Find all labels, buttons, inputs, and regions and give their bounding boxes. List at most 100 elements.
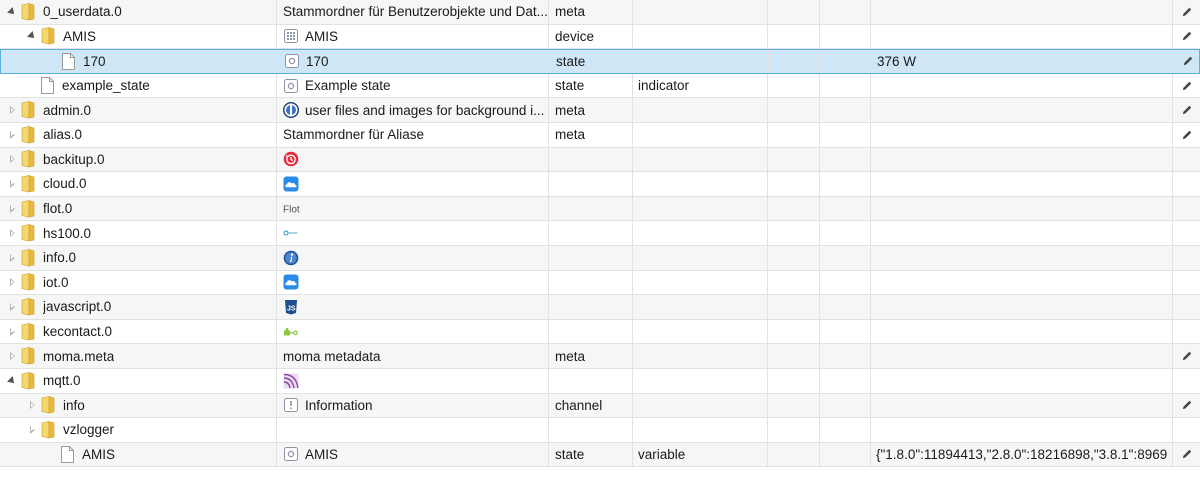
edit-pencil-icon[interactable]	[1181, 80, 1193, 92]
edit-pencil-icon[interactable]	[1181, 104, 1193, 116]
role-cell	[633, 196, 768, 221]
tree-row[interactable]: admin.0 user files and images for backgro…	[0, 98, 1200, 123]
expand-arrow-icon[interactable]	[6, 104, 18, 116]
tree-row[interactable]: example_state Example state state indicator	[0, 73, 1200, 99]
tree-row[interactable]: info Information channel	[0, 393, 1200, 419]
tree-row[interactable]: iot.0	[0, 270, 1200, 296]
expand-arrow-icon[interactable]	[6, 252, 18, 264]
type-text: meta	[555, 4, 586, 20]
collapse-arrow-icon[interactable]	[6, 6, 18, 18]
tree-row[interactable]: hs100.0	[0, 221, 1200, 246]
action-cell	[1173, 148, 1200, 172]
tree-row[interactable]: cloud.0	[0, 172, 1200, 197]
value-cell[interactable]	[871, 172, 1173, 196]
folder-icon	[18, 125, 43, 144]
expand-arrow-icon[interactable]	[6, 178, 18, 190]
expand-arrow-icon[interactable]	[6, 129, 18, 141]
expand-arrow-icon[interactable]	[6, 350, 18, 362]
edit-pencil-icon[interactable]	[1181, 350, 1193, 362]
value-cell[interactable]	[871, 270, 1173, 295]
tree-row[interactable]: kecontact.0	[0, 319, 1200, 345]
value-cell[interactable]	[871, 73, 1173, 98]
id-cell: flot.0	[0, 196, 277, 221]
value-cell[interactable]	[871, 122, 1173, 147]
expand-arrow-icon[interactable]	[6, 203, 18, 215]
object-id: example_state	[62, 78, 150, 94]
value-cell[interactable]	[871, 221, 1173, 245]
value-cell[interactable]	[871, 368, 1173, 393]
name-cell: Example state	[277, 73, 549, 98]
tree-row[interactable]: moma.meta moma metadata meta	[0, 344, 1200, 369]
expand-arrow-icon[interactable]	[26, 424, 38, 436]
file-icon	[59, 52, 83, 70]
expand-arrow-icon[interactable]	[6, 301, 18, 313]
room-cell	[768, 122, 820, 147]
function-cell	[820, 270, 871, 295]
id-cell: vzlogger	[0, 418, 277, 442]
type-cell: device	[549, 24, 633, 49]
room-cell	[768, 344, 820, 368]
id-cell: moma.meta	[0, 344, 277, 368]
function-cell	[820, 98, 871, 122]
tree-row[interactable]: AMIS AMIS state variable {"1.8.0":11894413,"…	[0, 442, 1200, 468]
collapse-arrow-icon[interactable]	[6, 375, 18, 387]
edit-pencil-icon[interactable]	[1181, 129, 1193, 141]
room-cell	[768, 368, 820, 393]
value-cell[interactable]	[871, 344, 1173, 368]
expand-arrow-icon[interactable]	[6, 153, 18, 165]
object-id: flot.0	[43, 201, 73, 217]
type-cell: meta	[549, 122, 633, 147]
value-cell[interactable]	[871, 98, 1173, 122]
tree-row[interactable]: 170 170 state 376 W	[0, 49, 1200, 74]
value-cell[interactable]	[871, 393, 1173, 418]
folder-icon	[38, 396, 63, 414]
name-cell: JS	[277, 295, 549, 319]
action-cell	[1173, 0, 1200, 24]
type-cell: meta	[549, 344, 633, 368]
object-id: info.0	[43, 250, 77, 266]
value-cell[interactable]	[871, 196, 1173, 221]
tree-row[interactable]: vzlogger	[0, 418, 1200, 443]
value-cell[interactable]	[871, 295, 1173, 319]
type-cell	[549, 172, 633, 196]
object-id: admin.0	[43, 102, 92, 118]
name-cell: Flot	[277, 196, 549, 221]
room-cell	[768, 73, 820, 98]
folder-icon	[18, 371, 43, 390]
value-cell[interactable]	[871, 24, 1173, 49]
expand-arrow-icon[interactable]	[6, 227, 18, 239]
function-cell	[820, 172, 871, 196]
tree-row[interactable]: flot.0 Flot	[0, 196, 1200, 222]
tree-row[interactable]: AMIS AMIS device	[0, 24, 1200, 50]
edit-pencil-icon[interactable]	[1181, 448, 1193, 460]
value-cell[interactable]: 376 W	[872, 50, 1174, 73]
value-cell[interactable]	[871, 245, 1173, 270]
tree-row[interactable]: javascript.0 JS	[0, 295, 1200, 320]
value-cell[interactable]	[871, 418, 1173, 442]
expand-arrow-icon[interactable]	[26, 399, 38, 411]
edit-pencil-icon[interactable]	[1181, 399, 1193, 411]
value-cell[interactable]	[871, 0, 1173, 24]
value-cell[interactable]	[871, 319, 1173, 344]
edit-pencil-icon[interactable]	[1181, 30, 1193, 42]
room-cell	[768, 24, 820, 49]
type-text: channel	[555, 397, 603, 413]
type-cell	[549, 221, 633, 245]
edit-pencil-icon[interactable]	[1181, 6, 1193, 18]
edit-pencil-icon[interactable]	[1182, 55, 1194, 67]
value-cell[interactable]: {"1.8.0":11894413,"2.8.0":18216898,"3.8.…	[871, 442, 1173, 467]
tree-row[interactable]: info.0	[0, 245, 1200, 271]
expand-arrow-icon[interactable]	[6, 276, 18, 288]
expand-arrow-icon[interactable]	[6, 326, 18, 338]
function-cell	[820, 344, 871, 368]
tree-row[interactable]: backitup.0	[0, 147, 1200, 173]
type-cell	[549, 196, 633, 221]
object-id: moma.meta	[43, 348, 115, 364]
folder-icon	[18, 101, 43, 119]
tree-row[interactable]: 0_userdata.0 Stammordner für Benutzerobje…	[0, 0, 1200, 25]
value-cell[interactable]	[871, 147, 1173, 172]
name-cell: moma metadata	[277, 344, 549, 368]
tree-row[interactable]: mqtt.0	[0, 368, 1200, 394]
tree-row[interactable]: alias.0 Stammordner für Aliase meta	[0, 122, 1200, 148]
collapse-arrow-icon[interactable]	[26, 30, 38, 42]
